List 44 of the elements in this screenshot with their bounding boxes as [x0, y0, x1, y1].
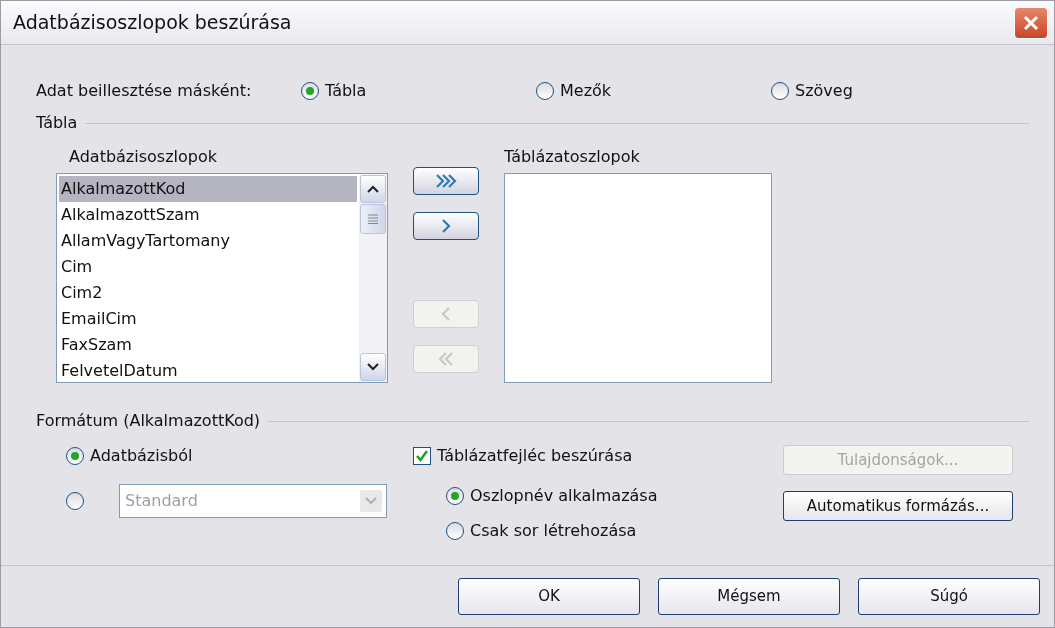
window-title: Adatbázisoszlopok beszúrása	[13, 10, 292, 36]
radio-label[interactable]: Szöveg	[795, 79, 853, 103]
radio-button[interactable]	[771, 82, 789, 100]
dialog-button[interactable]: OK	[458, 578, 640, 615]
checkbox-label[interactable]: Táblázatfejléc beszúrása	[437, 443, 633, 468]
list-label: Adatbázisoszlopok	[69, 146, 217, 168]
radio-button[interactable]	[301, 82, 319, 100]
scrollbar[interactable]	[359, 174, 387, 382]
radio-label[interactable]: Tábla	[325, 79, 367, 103]
radio-button[interactable]	[536, 82, 554, 100]
grip-icon	[368, 214, 378, 224]
radio-label[interactable]: Adatbázisból	[90, 443, 193, 468]
list-item[interactable]: Cim	[59, 254, 357, 280]
caret-icon	[365, 496, 377, 505]
list-item[interactable]: AllamVagyTartomany	[59, 228, 357, 254]
list-item[interactable]: FelvetelDatum	[59, 358, 357, 384]
right-chevron-icon	[441, 218, 451, 234]
dialog-button[interactable]: Mégsem	[658, 578, 840, 615]
list-label: Táblázatoszlopok	[504, 146, 640, 168]
checkbox[interactable]	[413, 446, 431, 465]
list-item[interactable]: Cim2	[59, 280, 357, 306]
radio-label[interactable]: Mezők	[560, 79, 612, 103]
dialog-button[interactable]: Súgó	[858, 578, 1040, 615]
radio-label[interactable]: Csak sor létrehozása	[470, 518, 637, 543]
close-icon	[1022, 13, 1040, 32]
list-item[interactable]: FaxSzam	[59, 332, 357, 358]
section-title: Formátum (AlkalmazottKod)	[36, 410, 261, 432]
right-chevron-icon	[435, 173, 457, 189]
section-title: Tábla	[36, 112, 78, 134]
move-button[interactable]	[413, 167, 479, 195]
checkmark-icon	[415, 448, 429, 463]
list-item[interactable]: AlkalmazottSzam	[59, 202, 357, 228]
field-label: Adat beillesztése másként:	[36, 80, 253, 102]
radio-button[interactable]	[446, 486, 464, 505]
close-button[interactable]	[1014, 6, 1048, 39]
radio-button[interactable]	[446, 521, 464, 540]
left-chevron-icon	[441, 306, 451, 322]
left-chevron-icon	[438, 351, 454, 367]
list-item[interactable]: EmailCim	[59, 306, 357, 332]
radio-label[interactable]: Oszlopnév alkalmazása	[470, 483, 658, 508]
radio-button[interactable]	[66, 446, 84, 465]
move-button[interactable]	[413, 212, 479, 240]
button[interactable]: Automatikus formázás...	[783, 491, 1013, 521]
list-item[interactable]: AlkalmazottKod	[59, 176, 357, 202]
